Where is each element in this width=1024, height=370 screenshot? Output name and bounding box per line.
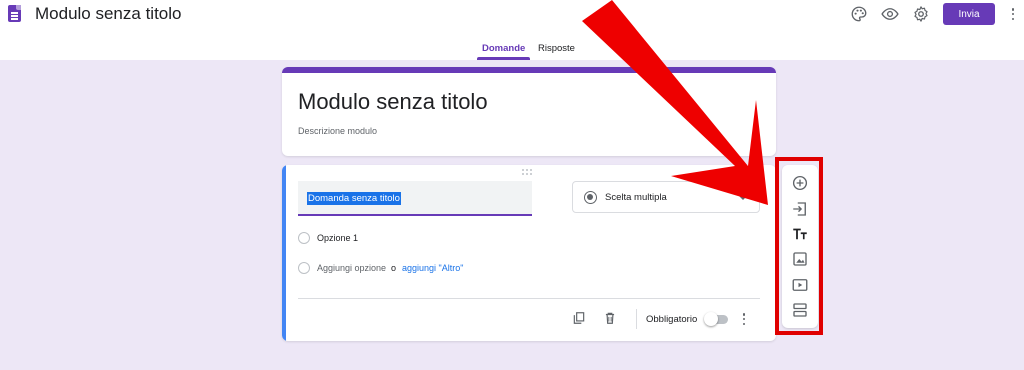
active-question-bar	[282, 165, 286, 341]
accent-band	[282, 67, 776, 73]
forms-app-icon[interactable]	[8, 5, 21, 22]
active-tab-indicator	[477, 57, 530, 60]
question-title-text: Domanda senza titolo	[307, 192, 401, 205]
top-bar: Modulo senza titolo Invia Domande Rispos…	[0, 0, 1024, 60]
add-other-link[interactable]: aggiungi "Altro"	[402, 263, 463, 273]
required-label: Obbligatorio	[646, 314, 698, 325]
option-1-label[interactable]: Opzione 1	[317, 233, 358, 243]
tab-domande[interactable]: Domande	[482, 43, 525, 54]
add-option-field[interactable]: Aggiungi opzione	[317, 263, 386, 273]
question-title-input[interactable]: Domanda senza titolo	[298, 181, 532, 216]
question-type-label: Scelta multipla	[605, 192, 667, 203]
add-option-radio-icon	[298, 262, 310, 274]
required-toggle[interactable]	[704, 312, 718, 326]
more-vert-icon[interactable]	[1010, 5, 1016, 23]
settings-gear-icon[interactable]	[912, 5, 930, 23]
form-title[interactable]: Modulo senza titolo	[298, 89, 488, 115]
radio-button-checked-icon	[584, 191, 597, 204]
option-radio-icon	[298, 232, 310, 244]
duplicate-icon[interactable]	[572, 311, 586, 325]
form-title-card: Modulo senza titolo Descrizione modulo	[282, 67, 776, 156]
delete-trash-icon[interactable]	[603, 311, 617, 325]
send-button[interactable]: Invia	[943, 3, 995, 25]
dropdown-arrow-icon	[739, 196, 747, 200]
drag-handle-icon[interactable]	[522, 169, 534, 175]
footer-vertical-divider	[636, 309, 637, 329]
question-type-dropdown[interactable]: Scelta multipla	[572, 181, 760, 213]
footer-divider	[298, 298, 760, 299]
form-description-field[interactable]: Descrizione modulo	[298, 126, 377, 136]
question-more-icon[interactable]	[742, 312, 746, 326]
tab-risposte[interactable]: Risposte	[538, 43, 575, 54]
annotation-highlight-box	[775, 157, 823, 335]
eye-preview-icon[interactable]	[881, 5, 899, 23]
palette-icon[interactable]	[850, 5, 868, 23]
document-title[interactable]: Modulo senza titolo	[35, 4, 181, 24]
question-card[interactable]: Domanda senza titolo Scelta multipla Opz…	[282, 165, 776, 341]
or-text: o	[391, 263, 397, 273]
